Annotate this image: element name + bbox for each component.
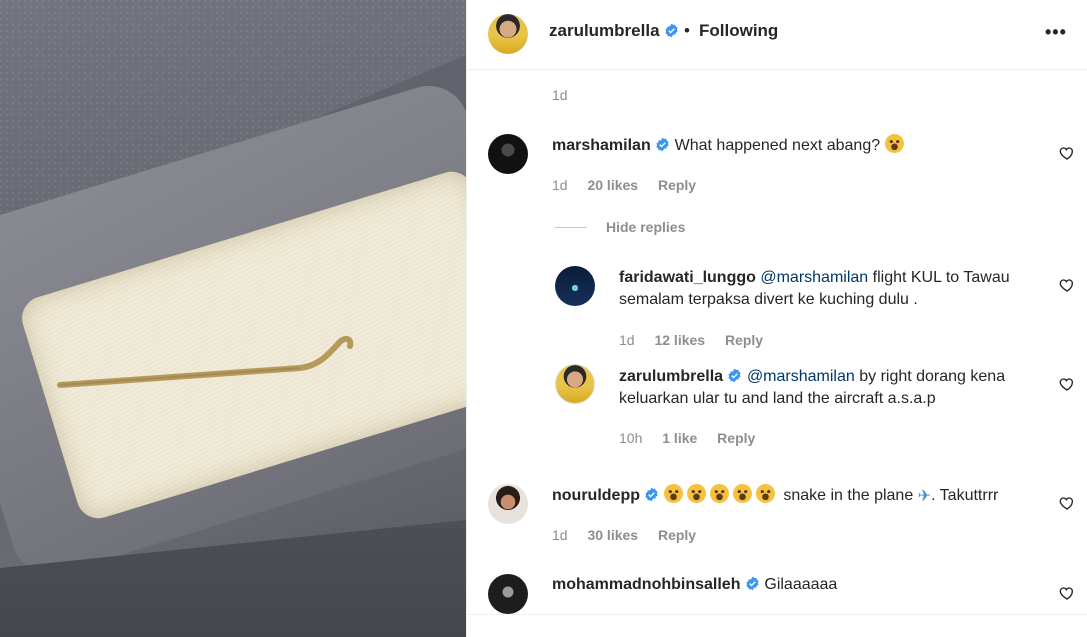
reply-button[interactable]: Reply bbox=[658, 527, 696, 543]
reply-username[interactable]: zarulumbrella bbox=[619, 368, 723, 385]
comment-time: 1d bbox=[552, 177, 568, 193]
comment-meta: 1d 20 likes Reply bbox=[552, 177, 712, 193]
avatar[interactable] bbox=[488, 14, 528, 54]
verified-badge-icon bbox=[746, 576, 759, 591]
comments-bottom-edge bbox=[467, 614, 1087, 637]
verified-badge-icon bbox=[728, 368, 742, 383]
avatar[interactable] bbox=[488, 134, 528, 174]
reply-button[interactable]: Reply bbox=[658, 177, 696, 193]
astonished-emoji-icon bbox=[709, 484, 729, 503]
comment-time: 1d bbox=[552, 527, 568, 543]
reply-button[interactable]: Reply bbox=[725, 332, 763, 348]
astonished-emoji-icon bbox=[884, 134, 904, 153]
reply-body-line2: semalam terpaksa divert ke kuching dulu … bbox=[619, 291, 918, 308]
comment-body-end: . Takuttrrr bbox=[931, 487, 999, 504]
reply-body-line1: flight KUL to Tawau bbox=[872, 269, 1010, 286]
verified-badge-icon bbox=[656, 137, 669, 152]
following-button[interactable]: Following bbox=[699, 21, 778, 41]
astonished-emoji-icon bbox=[686, 484, 706, 503]
comments-panel: zarulumbrella • Following ••• 1d marsham… bbox=[466, 0, 1087, 637]
avatar[interactable] bbox=[488, 484, 528, 524]
avatar[interactable] bbox=[555, 266, 595, 306]
astonished-emoji-icon bbox=[732, 484, 752, 503]
reply-likes[interactable]: 12 likes bbox=[654, 332, 705, 348]
reply-meta: 1d 12 likes Reply bbox=[619, 332, 779, 348]
header-username-link[interactable]: zarulumbrella bbox=[549, 21, 679, 41]
comment-body: Gilaaaaaa bbox=[764, 576, 838, 593]
hide-replies-button[interactable]: Hide replies bbox=[606, 219, 685, 235]
comment-likes[interactable]: 20 likes bbox=[587, 177, 638, 193]
post-header: zarulumbrella • Following ••• bbox=[467, 0, 1087, 70]
avatar[interactable] bbox=[488, 574, 528, 614]
comment-username[interactable]: marshamilan bbox=[552, 137, 651, 154]
comment-meta: 1d 30 likes Reply bbox=[552, 527, 712, 543]
post-video[interactable] bbox=[0, 0, 466, 637]
caption-time-text: 1d bbox=[552, 87, 568, 103]
comment-body: What happened next abang? bbox=[674, 137, 881, 154]
more-options-icon[interactable]: ••• bbox=[1045, 22, 1067, 43]
reply-meta: 10h 1 like Reply bbox=[619, 430, 771, 446]
like-heart-icon[interactable] bbox=[1059, 376, 1075, 392]
verified-badge-icon bbox=[665, 23, 678, 38]
caption-time: 1d bbox=[552, 87, 584, 103]
verified-badge-icon bbox=[645, 487, 658, 502]
reply-text: zarulumbrella @marshamilan by right dora… bbox=[619, 366, 1049, 410]
reply-mention[interactable]: @marshamilan bbox=[760, 269, 868, 286]
reply-body-line1: by right dorang kena bbox=[859, 368, 1006, 385]
reply-time: 10h bbox=[619, 430, 643, 446]
comment-body: snake in the plane bbox=[783, 487, 914, 504]
astonished-emoji-icon bbox=[663, 484, 683, 503]
comment-likes[interactable]: 30 likes bbox=[587, 527, 638, 543]
reply-button[interactable]: Reply bbox=[717, 430, 755, 446]
header-username[interactable]: zarulumbrella bbox=[549, 21, 660, 40]
comment-username[interactable]: nouruldepp bbox=[552, 487, 640, 504]
comment-text: marshamilan What happened next abang? bbox=[552, 134, 1032, 157]
reply-body-line2: keluarkan ular tu and land the aircraft … bbox=[619, 390, 936, 407]
airplane-emoji-icon: ✈ bbox=[917, 488, 932, 505]
avatar[interactable] bbox=[555, 364, 595, 404]
reply-username[interactable]: faridawati_lunggo bbox=[619, 269, 756, 286]
replies-divider bbox=[555, 227, 587, 228]
comment-text: nouruldepp snake in the plane ✈. Takuttr… bbox=[552, 484, 1052, 508]
reply-text: faridawati_lunggo @marshamilan flight KU… bbox=[619, 267, 1049, 311]
reply-time: 1d bbox=[619, 332, 635, 348]
comment-username[interactable]: mohammadnohbinsalleh bbox=[552, 576, 740, 593]
astonished-emoji-icon bbox=[755, 484, 775, 503]
like-heart-icon[interactable] bbox=[1059, 277, 1075, 293]
like-heart-icon[interactable] bbox=[1059, 145, 1075, 161]
like-heart-icon[interactable] bbox=[1059, 585, 1075, 601]
reply-mention[interactable]: @marshamilan bbox=[747, 368, 855, 385]
comment-text: mohammadnohbinsalleh Gilaaaaaa bbox=[552, 574, 1032, 596]
header-separator: • bbox=[684, 21, 690, 40]
reply-likes[interactable]: 1 like bbox=[662, 430, 697, 446]
like-heart-icon[interactable] bbox=[1059, 495, 1075, 511]
